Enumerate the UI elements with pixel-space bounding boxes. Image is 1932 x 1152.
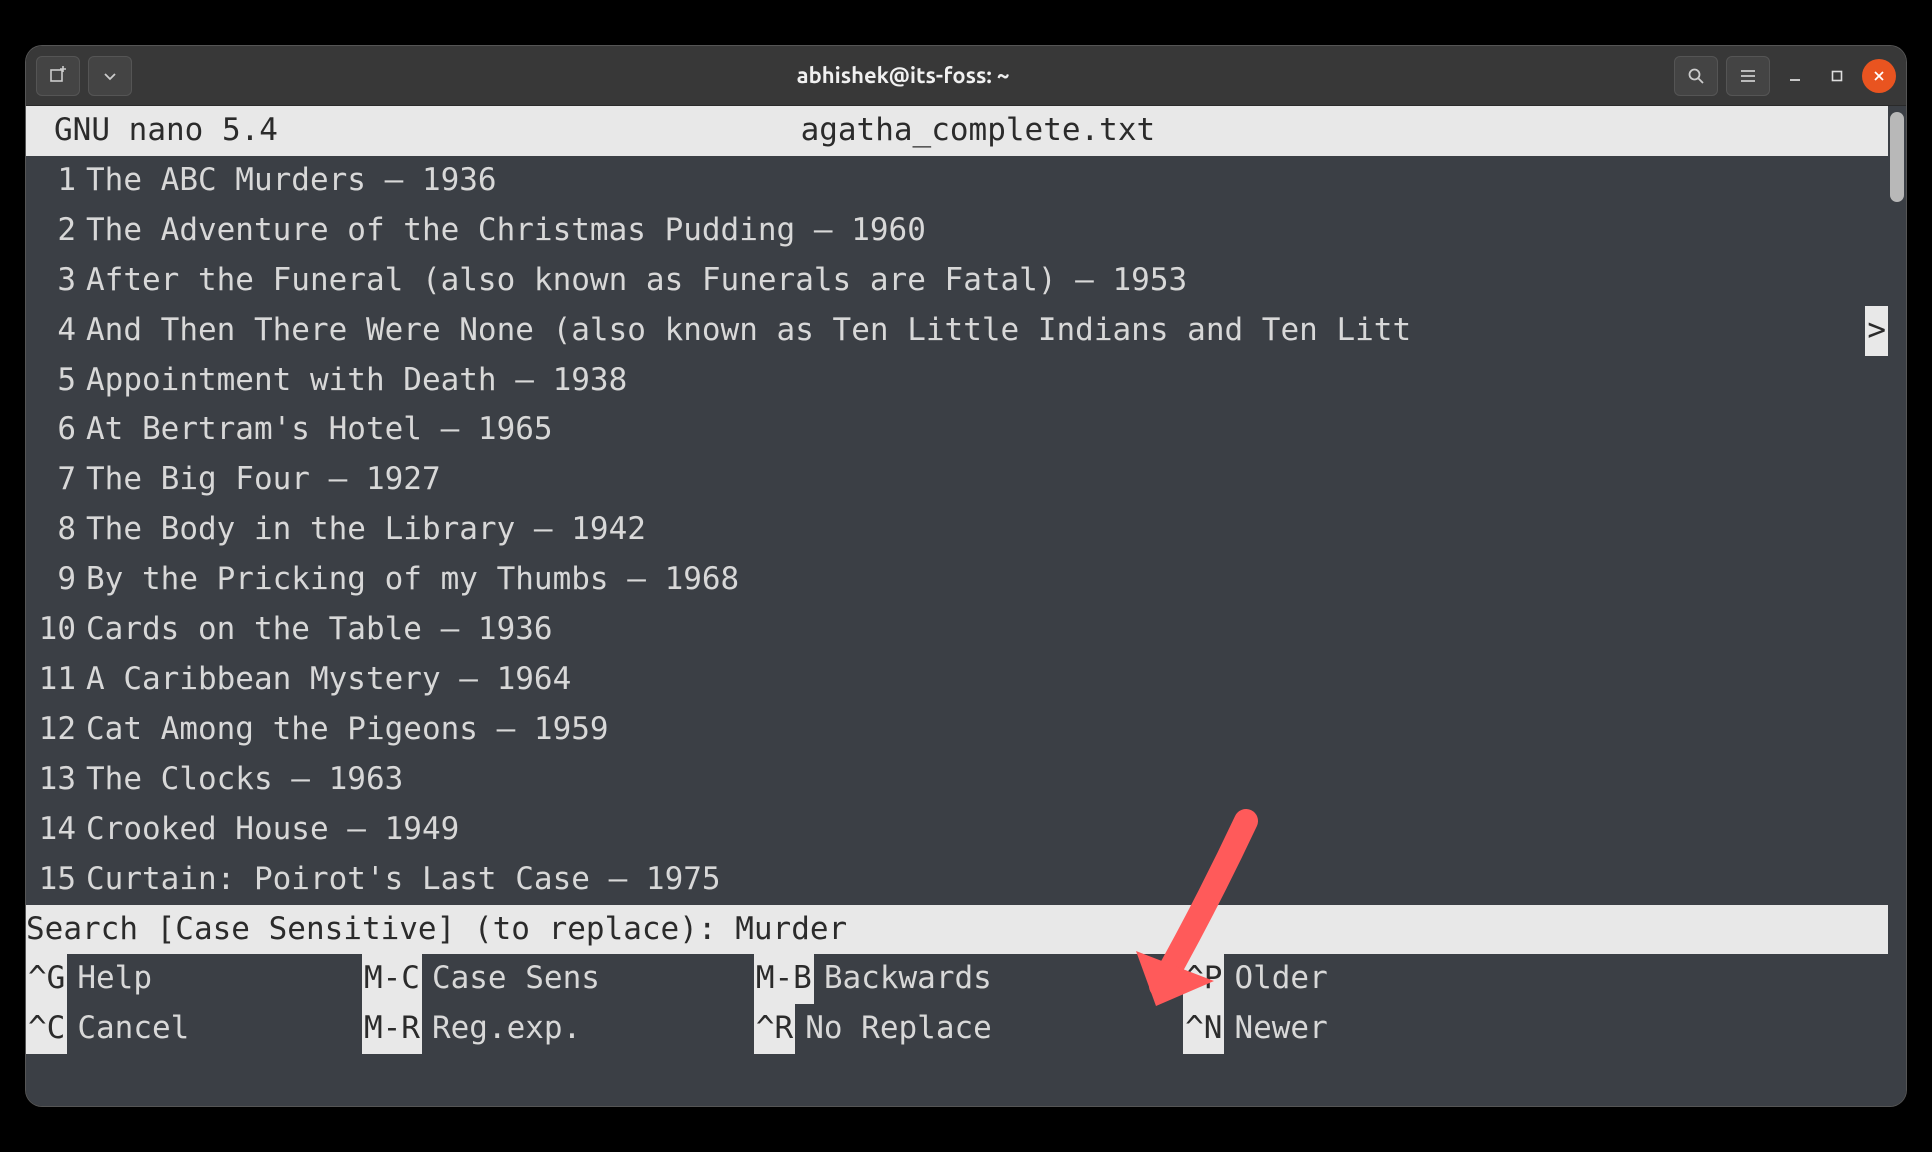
line-number: 12 (26, 705, 86, 755)
shortcut-key: M-C (362, 954, 422, 1004)
shortcut-label: Older (1224, 954, 1327, 1004)
terminal-area[interactable]: GNU nano 5.4 agatha_complete.txt 1The AB… (26, 106, 1906, 1106)
shortcut-label: Case Sens (422, 954, 600, 1004)
shortcut-key: ^N (1183, 1004, 1224, 1054)
shortcut-cell: ^GHelp (26, 954, 362, 1004)
line-number: 13 (26, 755, 86, 805)
file-line: 12Cat Among the Pigeons – 1959 (26, 705, 1888, 755)
line-text: By the Pricking of my Thumbs – 1968 (86, 555, 1888, 605)
line-number: 1 (26, 156, 86, 206)
line-number: 4 (26, 306, 86, 356)
line-number: 7 (26, 455, 86, 505)
minimize-button[interactable] (1778, 59, 1812, 93)
shortcut-label: Backwards (814, 954, 992, 1004)
search-prompt-row[interactable]: Search [Case Sensitive] (to replace): Mu… (26, 905, 1888, 955)
shortcut-row-2: ^CCancelM-RReg.exp.^RNo Replace^NNewer (26, 1004, 1888, 1054)
file-line: 15Curtain: Poirot's Last Case – 1975 (26, 855, 1888, 905)
shortcut-key: ^P (1183, 954, 1224, 1004)
line-text: Cards on the Table – 1936 (86, 605, 1888, 655)
line-text: The Clocks – 1963 (86, 755, 1888, 805)
file-line: 7The Big Four – 1927 (26, 455, 1888, 505)
line-text: The Big Four – 1927 (86, 455, 1888, 505)
search-icon (1687, 67, 1705, 85)
shortcut-label: Reg.exp. (422, 1004, 581, 1054)
file-line: 3After the Funeral (also known as Funera… (26, 256, 1888, 306)
line-text: Crooked House – 1949 (86, 805, 1888, 855)
shortcut-cell: M-CCase Sens (362, 954, 754, 1004)
file-line: 10Cards on the Table – 1936 (26, 605, 1888, 655)
file-line: 4And Then There Were None (also known as… (26, 306, 1888, 356)
search-button[interactable] (1674, 56, 1718, 96)
shortcut-row-1: ^GHelpM-CCase SensM-BBackwards^POlder (26, 954, 1888, 1004)
hamburger-icon (1739, 67, 1757, 85)
file-line: 1The ABC Murders – 1936 (26, 156, 1888, 206)
line-number: 10 (26, 605, 86, 655)
line-text: The ABC Murders – 1936 (86, 156, 1888, 206)
new-tab-icon (48, 66, 68, 86)
shortcut-key: ^C (26, 1004, 67, 1054)
search-input-value[interactable]: Murder (735, 911, 847, 947)
minimize-icon (1788, 69, 1802, 83)
close-button[interactable] (1862, 59, 1896, 93)
shortcut-label: No Replace (795, 1004, 992, 1054)
line-text: The Adventure of the Christmas Pudding –… (86, 206, 1888, 256)
close-icon (1872, 69, 1886, 83)
line-text: At Bertram's Hotel – 1965 (86, 405, 1888, 455)
shortcut-cell: M-BBackwards (754, 954, 1183, 1004)
line-number: 3 (26, 256, 86, 306)
chevron-down-icon (102, 68, 118, 84)
line-text: The Body in the Library – 1942 (86, 505, 1888, 555)
line-number: 14 (26, 805, 86, 855)
line-text: Cat Among the Pigeons – 1959 (86, 705, 1888, 755)
line-text: After the Funeral (also known as Funeral… (86, 256, 1888, 306)
file-line: 6At Bertram's Hotel – 1965 (26, 405, 1888, 455)
shortcut-label: Newer (1224, 1004, 1327, 1054)
line-text: Appointment with Death – 1938 (86, 356, 1888, 406)
line-number: 5 (26, 356, 86, 406)
file-line: 8The Body in the Library – 1942 (26, 505, 1888, 555)
shortcut-label: Help (67, 954, 152, 1004)
line-number: 8 (26, 505, 86, 555)
shortcut-cell: ^POlder (1183, 954, 1444, 1004)
maximize-button[interactable] (1820, 59, 1854, 93)
shortcut-key: ^G (26, 954, 67, 1004)
line-text: A Caribbean Mystery – 1964 (86, 655, 1888, 705)
shortcut-label: Cancel (67, 1004, 189, 1054)
nano-filename: agatha_complete.txt (801, 112, 1156, 148)
nano-header: GNU nano 5.4 agatha_complete.txt (26, 106, 1888, 156)
line-text: Curtain: Poirot's Last Case – 1975 (86, 855, 1888, 905)
maximize-icon (1830, 69, 1844, 83)
shortcut-cell: ^CCancel (26, 1004, 362, 1054)
file-line: 13The Clocks – 1963 (26, 755, 1888, 805)
shortcut-cell: M-RReg.exp. (362, 1004, 754, 1054)
scrollbar[interactable] (1890, 112, 1904, 1106)
line-number: 15 (26, 855, 86, 905)
file-line: 14Crooked House – 1949 (26, 805, 1888, 855)
file-line: 9By the Pricking of my Thumbs – 1968 (26, 555, 1888, 605)
new-tab-button[interactable] (36, 56, 80, 96)
line-number: 9 (26, 555, 86, 605)
scrollbar-thumb[interactable] (1890, 112, 1904, 202)
file-line: 5Appointment with Death – 1938 (26, 356, 1888, 406)
line-number: 11 (26, 655, 86, 705)
shortcut-key: M-R (362, 1004, 422, 1054)
file-line: 2The Adventure of the Christmas Pudding … (26, 206, 1888, 256)
tab-dropdown-button[interactable] (88, 56, 132, 96)
line-number: 2 (26, 206, 86, 256)
menu-button[interactable] (1726, 56, 1770, 96)
nano-app-name: GNU nano 5.4 (54, 112, 278, 148)
shortcut-key: ^R (754, 1004, 795, 1054)
file-line: 11A Caribbean Mystery – 1964 (26, 655, 1888, 705)
overflow-indicator: > (1865, 306, 1888, 356)
titlebar: abhishek@its-foss: ~ (26, 46, 1906, 106)
shortcut-key: M-B (754, 954, 814, 1004)
shortcut-cell: ^NNewer (1183, 1004, 1444, 1054)
line-text: And Then There Were None (also known as … (86, 306, 1865, 356)
shortcut-cell: ^RNo Replace (754, 1004, 1183, 1054)
terminal-window: abhishek@its-foss: ~ GNU nano 5.4 (26, 46, 1906, 1106)
line-number: 6 (26, 405, 86, 455)
window-title: abhishek@its-foss: ~ (140, 63, 1666, 88)
search-prompt-text: Search [Case Sensitive] (to replace): (26, 911, 735, 947)
